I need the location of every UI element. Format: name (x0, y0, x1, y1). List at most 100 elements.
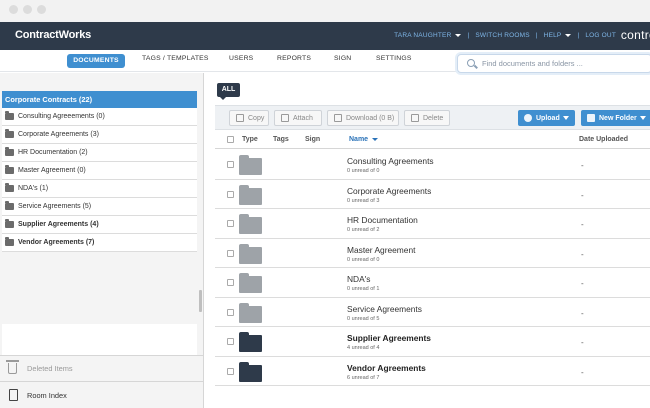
row-checkbox[interactable] (227, 190, 234, 198)
sidebar-item-master[interactable]: Master Agreement (0) (2, 162, 197, 180)
sidebar-item-vendor[interactable]: Vendor Agreements (7) (2, 234, 197, 252)
new-folder-button[interactable]: New Folder (581, 110, 650, 126)
deleted-items-label: Deleted Items (27, 364, 73, 373)
delete-button[interactable]: Delete (404, 110, 450, 126)
folder-icon (239, 184, 262, 205)
sidebar-item-label: Service Agreements (5) (18, 203, 92, 210)
column-type[interactable]: Type (242, 136, 258, 143)
sidebar-item-nda[interactable]: NDA's (1) (2, 180, 197, 198)
row-unread-count: 4 unread of 4 (347, 345, 380, 351)
table-row[interactable]: Supplier Agreements 4 unread of 4 - (215, 327, 650, 357)
window-minimize-dot[interactable] (23, 5, 32, 14)
row-name[interactable]: Consulting Agreements (347, 156, 434, 166)
table-row[interactable]: HR Documentation 0 unread of 2 - (215, 209, 650, 239)
row-unread-count: 0 unread of 3 (347, 197, 380, 204)
deleted-items-link[interactable]: Deleted Items (0, 355, 204, 381)
table-row[interactable]: Consulting Agreements 0 unread of 0 - (215, 150, 650, 180)
sidebar-item-label: NDA's (1) (18, 185, 49, 192)
row-name[interactable]: Service Agreements (347, 304, 422, 314)
row-date: - (581, 220, 584, 229)
folder-sidebar: Corporate Contracts (22) Consulting Agre… (0, 73, 204, 408)
column-sign[interactable]: Sign (305, 136, 320, 143)
sidebar-item-hr[interactable]: HR Documentation (2) (2, 144, 197, 162)
copy-button[interactable]: Copy (229, 110, 269, 126)
row-checkbox[interactable] (227, 220, 234, 227)
row-name[interactable]: Vendor Agreements (347, 363, 426, 373)
row-checkbox[interactable] (227, 338, 234, 345)
row-unread-count: 0 unread of 0 (347, 256, 380, 263)
help-menu[interactable]: HELP (544, 32, 572, 39)
tab-documents[interactable]: DOCUMENTS (67, 54, 125, 68)
window-maximize-dot[interactable] (37, 5, 46, 14)
search-input[interactable]: Find documents and folders ... (457, 54, 650, 73)
table-row[interactable]: Vendor Agreements 6 unread of 7 - (215, 356, 650, 386)
row-date: - (581, 249, 584, 259)
app-logo: ContractWorks (15, 29, 92, 41)
folder-table: Consulting Agreements 0 unread of 0 - Co… (215, 150, 650, 386)
column-name[interactable]: Name (349, 136, 379, 143)
row-name[interactable]: HR Documentation (347, 215, 418, 225)
folder-icon (5, 183, 14, 192)
download-button[interactable]: Download (0 B) (327, 110, 399, 126)
filter-all-badge[interactable]: ALL (217, 83, 240, 100)
row-name[interactable]: Corporate Agreements (347, 186, 431, 196)
column-date-uploaded[interactable]: Date Uploaded (579, 136, 628, 143)
row-checkbox[interactable] (227, 161, 234, 168)
column-tags[interactable]: Tags (273, 136, 289, 143)
tab-sign[interactable]: SIGN (334, 55, 351, 62)
chevron-down-icon (562, 116, 569, 120)
sidebar-resize-handle[interactable] (199, 290, 202, 312)
row-date: - (581, 190, 584, 200)
upload-button[interactable]: Upload (518, 110, 575, 126)
folder-icon (5, 165, 14, 174)
switch-rooms-link[interactable]: SWITCH ROOMS (475, 32, 529, 39)
folder-icon (5, 147, 14, 156)
row-name[interactable]: Master Agreement (347, 245, 415, 255)
table-row[interactable]: Service Agreements 0 unread of 5 - (215, 297, 650, 327)
sidebar-item-label: Master Agreement (0) (18, 167, 86, 174)
sidebar-root-folder[interactable]: Corporate Contracts (22) (2, 91, 197, 108)
sidebar-item-service[interactable]: Service Agreements (5) (2, 198, 197, 216)
table-row[interactable]: Corporate Agreements 0 unread of 3 - (215, 179, 650, 209)
attach-button[interactable]: Attach (274, 110, 322, 126)
chevron-down-icon (455, 33, 462, 37)
folder-icon (5, 129, 14, 138)
row-name[interactable]: Supplier Agreements (347, 333, 431, 343)
sidebar-folder-list: Consulting Agreeements (0) Corporate Agr… (2, 108, 197, 252)
table-header: Type Tags Sign Name Date Uploaded (215, 131, 650, 149)
row-checkbox[interactable] (227, 249, 234, 257)
tab-settings[interactable]: SETTINGS (376, 55, 412, 62)
window-close-dot[interactable] (9, 5, 18, 14)
table-row[interactable]: Master Agreement 0 unread of 0 - (215, 238, 650, 268)
row-date: - (581, 308, 584, 318)
sidebar-item-consulting[interactable]: Consulting Agreeements (0) (2, 108, 197, 126)
trash-icon (411, 114, 419, 122)
row-checkbox[interactable] (227, 367, 234, 375)
top-nav-bar: ContractWorks TARA NAUGHTER | SWITCH ROO… (0, 22, 650, 50)
row-checkbox[interactable] (227, 279, 234, 286)
sidebar-item-corporate[interactable]: Corporate Agreements (3) (2, 126, 197, 144)
logout-link[interactable]: LOG OUT (585, 32, 616, 39)
table-row[interactable]: NDA's 0 unread of 1 - (215, 268, 650, 298)
user-menu[interactable]: TARA NAUGHTER (394, 32, 462, 39)
download-label: Download (0 B) (346, 114, 395, 122)
tab-users[interactable]: USERS (229, 55, 253, 62)
sidebar-item-label: Consulting Agreeements (0) (18, 113, 105, 120)
folder-icon (239, 214, 262, 234)
sidebar-item-supplier[interactable]: Supplier Agreements (4) (2, 216, 197, 234)
row-unread-count: 6 unread of 7 (347, 374, 380, 381)
sidebar-item-label: Supplier Agreements (4) (18, 221, 99, 228)
row-name[interactable]: NDA's (347, 274, 370, 284)
tab-tags-templates[interactable]: TAGS / TEMPLATES (142, 55, 209, 62)
user-name: TARA NAUGHTER (394, 32, 452, 39)
row-unread-count: 0 unread of 5 (347, 315, 380, 322)
tab-reports[interactable]: REPORTS (277, 55, 311, 62)
folder-icon (5, 237, 14, 246)
search-icon (467, 59, 475, 67)
download-icon (334, 114, 342, 122)
room-index-link[interactable]: Room Index (0, 381, 204, 408)
select-all-checkbox[interactable] (227, 136, 234, 143)
row-checkbox[interactable] (227, 308, 234, 316)
row-date: - (581, 279, 584, 288)
help-label: HELP (543, 32, 562, 39)
